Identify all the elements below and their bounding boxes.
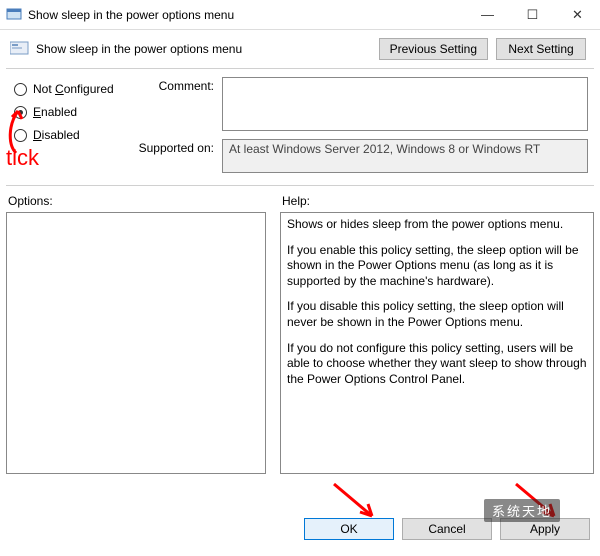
radio-not-configured-label: Not Configured <box>33 82 114 96</box>
radio-enabled[interactable]: Enabled <box>14 105 132 119</box>
comment-supported-panel: Comment: Supported on: At least Windows … <box>136 77 594 181</box>
comment-input[interactable] <box>222 77 588 131</box>
supported-label: Supported on: <box>136 139 222 173</box>
annotation-arrow-apply <box>512 482 562 522</box>
help-paragraph: If you do not configure this policy sett… <box>287 341 587 388</box>
maximize-button[interactable]: ☐ <box>510 0 555 29</box>
apply-button[interactable]: Apply <box>500 518 590 540</box>
cancel-button[interactable]: Cancel <box>402 518 492 540</box>
setting-header: Show sleep in the power options menu Pre… <box>0 30 600 68</box>
config-area: Not Configured Enabled Disabled Comment:… <box>0 69 600 181</box>
previous-setting-button[interactable]: Previous Setting <box>379 38 488 60</box>
close-button[interactable]: ✕ <box>555 0 600 29</box>
help-paragraph: If you enable this policy setting, the s… <box>287 243 587 290</box>
help-panel[interactable]: Shows or hides sleep from the power opti… <box>280 212 594 474</box>
radio-enabled-label: Enabled <box>33 105 77 119</box>
dialog-footer: OK Cancel Apply <box>304 518 590 540</box>
comment-label: Comment: <box>136 77 222 131</box>
titlebar: Show sleep in the power options menu — ☐… <box>0 0 600 30</box>
supported-value: At least Windows Server 2012, Windows 8 … <box>222 139 588 173</box>
window-title: Show sleep in the power options menu <box>28 8 465 22</box>
help-paragraph: If you disable this policy setting, the … <box>287 299 587 330</box>
setting-icon <box>10 41 30 57</box>
nav-buttons: Previous Setting Next Setting <box>379 38 586 60</box>
options-help-area: Options: Help: Shows or hides sleep from… <box>0 186 600 474</box>
ok-button[interactable]: OK <box>304 518 394 540</box>
options-panel[interactable] <box>6 212 266 474</box>
radio-not-configured[interactable]: Not Configured <box>14 82 132 96</box>
supported-row: Supported on: At least Windows Server 20… <box>136 139 588 173</box>
radio-disabled[interactable]: Disabled <box>14 128 132 142</box>
comment-row: Comment: <box>136 77 588 131</box>
radio-disabled-label: Disabled <box>33 128 80 142</box>
radio-enabled-indicator <box>14 106 27 119</box>
minimize-button[interactable]: — <box>465 0 510 29</box>
options-column: Options: <box>6 192 266 474</box>
options-label: Options: <box>6 192 266 212</box>
radio-not-configured-indicator <box>14 83 27 96</box>
annotation-arrow-ok <box>330 482 380 522</box>
next-setting-button[interactable]: Next Setting <box>496 38 586 60</box>
help-label: Help: <box>280 192 594 212</box>
help-column: Help: Shows or hides sleep from the powe… <box>280 192 594 474</box>
policy-icon <box>6 7 22 23</box>
state-radio-group: Not Configured Enabled Disabled <box>6 77 136 181</box>
window-controls: — ☐ ✕ <box>465 0 600 29</box>
help-paragraph: Shows or hides sleep from the power opti… <box>287 217 587 233</box>
setting-title: Show sleep in the power options menu <box>36 42 379 56</box>
radio-disabled-indicator <box>14 129 27 142</box>
